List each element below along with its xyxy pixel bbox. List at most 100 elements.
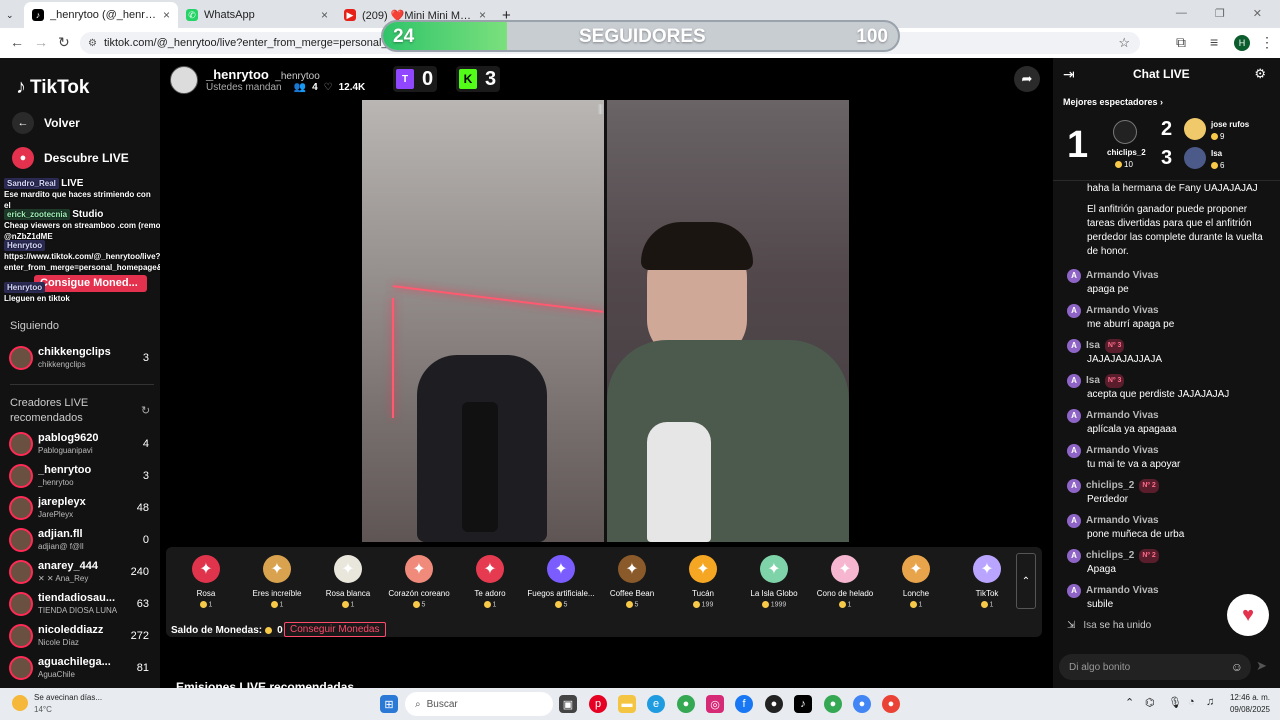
close-icon[interactable]: × <box>321 8 328 22</box>
task-view-icon[interactable]: ▣ <box>559 695 577 713</box>
top-viewer-2[interactable]: 2 jose rufos 9 <box>1161 118 1271 144</box>
viewer-coins: 6 <box>1211 161 1224 170</box>
profile-avatar[interactable]: H <box>1234 35 1250 51</box>
chrome-icon[interactable]: ● <box>677 695 695 713</box>
chat-input[interactable]: Di algo bonito ☺ <box>1059 654 1251 680</box>
whatsapp-icon: ✆ <box>186 9 198 21</box>
chat-user[interactable]: A Armando Vivas <box>1067 514 1272 528</box>
media-icon[interactable]: ≡ <box>1210 34 1218 50</box>
overlay-chat-user: erick_zootecnia <box>4 209 71 220</box>
bookmark-star-icon[interactable]: ☆ <box>1118 35 1130 51</box>
creator-name: nicoleddiazz <box>38 624 104 636</box>
tiktok-logo[interactable]: ♪ TikTok <box>16 76 89 99</box>
chat-user[interactable]: A Armando Vivas <box>1067 304 1272 318</box>
gift-item[interactable]: ✦ Rosa blanca 1 <box>314 555 382 608</box>
taskbar-search[interactable]: ⌕ Buscar <box>405 692 553 716</box>
creator-item[interactable]: _henrytoo _henrytoo 3 <box>9 462 153 492</box>
creator-item[interactable]: anarey_444 ✕ ✕ Ana_Rey 240 <box>9 558 153 588</box>
back-button[interactable]: ← Volver <box>12 112 80 134</box>
back-arrow-icon[interactable]: ← <box>10 34 24 50</box>
live-video[interactable]: ⫼ <box>362 100 849 542</box>
avatar: A <box>1067 409 1081 423</box>
top-viewer-1[interactable]: 1 chiclips_2 10 <box>1067 120 1157 172</box>
facebook-icon[interactable]: f <box>735 695 753 713</box>
chat-user[interactable]: A Isa Nº 3 <box>1067 374 1272 388</box>
chat-text: JAJAJAJAJJAJA <box>1087 354 1163 365</box>
instagram-icon[interactable]: ◎ <box>706 695 724 713</box>
host-avatar[interactable] <box>170 66 198 94</box>
settings-icon[interactable]: ⚙ <box>1254 66 1266 82</box>
chat-user[interactable]: Achiclips_2 Nº 2 <box>1067 549 1272 563</box>
gift-name: La Isla Globo <box>750 589 798 598</box>
share-button[interactable]: ➦ <box>1014 66 1040 92</box>
expand-gifts-button[interactable]: ⌃ <box>1016 553 1036 609</box>
refresh-icon[interactable]: ↻ <box>141 404 150 417</box>
gift-item[interactable]: ✦ Tucán 199 <box>669 555 737 608</box>
weather-widget[interactable]: Se avecinan días... 14°C <box>12 691 132 717</box>
chat-user[interactable]: A Armando Vivas <box>1067 269 1272 283</box>
site-info-icon[interactable]: ⚙ <box>88 38 97 49</box>
gift-item[interactable]: ✦ Coffee Bean 5 <box>598 555 666 608</box>
tab-tiktok[interactable]: ♪ _henrytoo (@_henrytoo) es × <box>24 2 178 28</box>
menu-icon[interactable]: ⋮ <box>1260 34 1274 51</box>
following-item[interactable]: chikkengclips chikkengclips 3 <box>9 344 153 374</box>
windows-start-icon[interactable]: ⊞ <box>380 695 398 713</box>
gift-item[interactable]: ✦ TikTok 1 <box>953 555 1021 608</box>
gift-item[interactable]: ✦ Lonche 1 <box>882 555 950 608</box>
microphone-icon[interactable]: 🎙 <box>1168 696 1182 709</box>
chrome-profile-icon[interactable]: ● <box>853 695 871 713</box>
edge-icon[interactable]: e <box>647 695 665 713</box>
creator-item[interactable]: tiendadiosau... TIENDA DIOSA LUNA 63 <box>9 590 153 620</box>
maximize-icon[interactable]: ❐ <box>1215 7 1225 20</box>
like-heart-button[interactable]: ♥ <box>1227 594 1269 636</box>
tab-menu-button[interactable]: ⌄ <box>0 2 24 28</box>
top-viewer-3[interactable]: 3 Isa 6 <box>1161 147 1271 173</box>
tab-whatsapp[interactable]: ✆ WhatsApp × <box>178 2 336 28</box>
wifi-icon[interactable]: ◔ <box>1188 696 1195 708</box>
overlay-chat-user: Sandro_Real <box>4 178 59 189</box>
creator-item[interactable]: adjian.fll adjian@ f@ll 0 <box>9 526 153 556</box>
avatar <box>9 528 33 552</box>
discover-label: Descubre LIVE <box>44 151 129 165</box>
tray-arrow-icon[interactable]: ⌃ <box>1125 696 1134 709</box>
host-name[interactable]: _henrytoo <box>206 67 269 82</box>
gift-item[interactable]: ✦ Corazón coreano 5 <box>385 555 453 608</box>
volume-icon[interactable]: ♫ <box>1206 696 1214 708</box>
network-icon[interactable]: ⌬ <box>1145 696 1155 709</box>
forward-arrow-icon[interactable]: → <box>34 34 48 50</box>
app-icon[interactable]: ● <box>765 695 783 713</box>
chrome-profile-icon[interactable]: ● <box>824 695 842 713</box>
file-explorer-icon[interactable]: ▬ <box>618 695 636 713</box>
best-viewers-title[interactable]: Mejores espectadores › <box>1063 97 1163 107</box>
close-icon[interactable]: × <box>163 8 170 22</box>
tiktok-app-icon[interactable]: ♪ <box>794 695 812 713</box>
stats-icon[interactable]: ⫼ <box>598 104 603 117</box>
chat-user[interactable]: A Armando Vivas <box>1067 409 1272 423</box>
gift-item[interactable]: ✦ Cono de helado 1 <box>811 555 879 608</box>
chat-message: A Isa Nº 3 JAJAJAJAJJAJA <box>1067 339 1272 367</box>
minimize-icon[interactable]: — <box>1176 7 1187 20</box>
reload-icon[interactable]: ↻ <box>58 34 70 51</box>
chrome-profile-icon[interactable]: ● <box>882 695 900 713</box>
gift-item[interactable]: ✦ Te adoro 1 <box>456 555 524 608</box>
gift-item[interactable]: ✦ Eres increíble 1 <box>243 555 311 608</box>
chat-user[interactable]: Achiclips_2 Nº 2 <box>1067 479 1272 493</box>
creator-item[interactable]: nicoleddiazz Nicole Díaz 272 <box>9 622 153 652</box>
creator-item[interactable]: aguachilega... AguaChile 81 <box>9 654 153 684</box>
gift-item[interactable]: ✦ Rosa 1 <box>172 555 240 608</box>
send-icon[interactable]: ➤ <box>1256 658 1267 674</box>
chat-user[interactable]: A Isa Nº 3 <box>1067 339 1272 353</box>
chat-user[interactable]: A Armando Vivas <box>1067 444 1272 458</box>
pinterest-icon[interactable]: p <box>589 695 607 713</box>
extensions-icon[interactable]: ⧉ <box>1176 34 1186 51</box>
gift-item[interactable]: ✦ La Isla Globo 1999 <box>740 555 808 608</box>
gift-item[interactable]: ✦ Fuegos artificiale... 5 <box>527 555 595 608</box>
emoji-icon[interactable]: ☺ <box>1231 660 1243 674</box>
close-window-icon[interactable]: ✕ <box>1253 7 1262 20</box>
creator-item[interactable]: jarepleyx JarePleyx 48 <box>9 494 153 524</box>
clock[interactable]: 12:46 a. m. 09/08/2025 <box>1226 692 1270 716</box>
discover-live-link[interactable]: ● Descubre LIVE <box>12 147 129 169</box>
creator-item[interactable]: pablog9620 Pabloguanipavi 4 <box>9 430 153 460</box>
get-coins-link[interactable]: Conseguir Monedas <box>284 622 386 637</box>
collapse-chat-icon[interactable]: ⇥ <box>1063 66 1075 83</box>
